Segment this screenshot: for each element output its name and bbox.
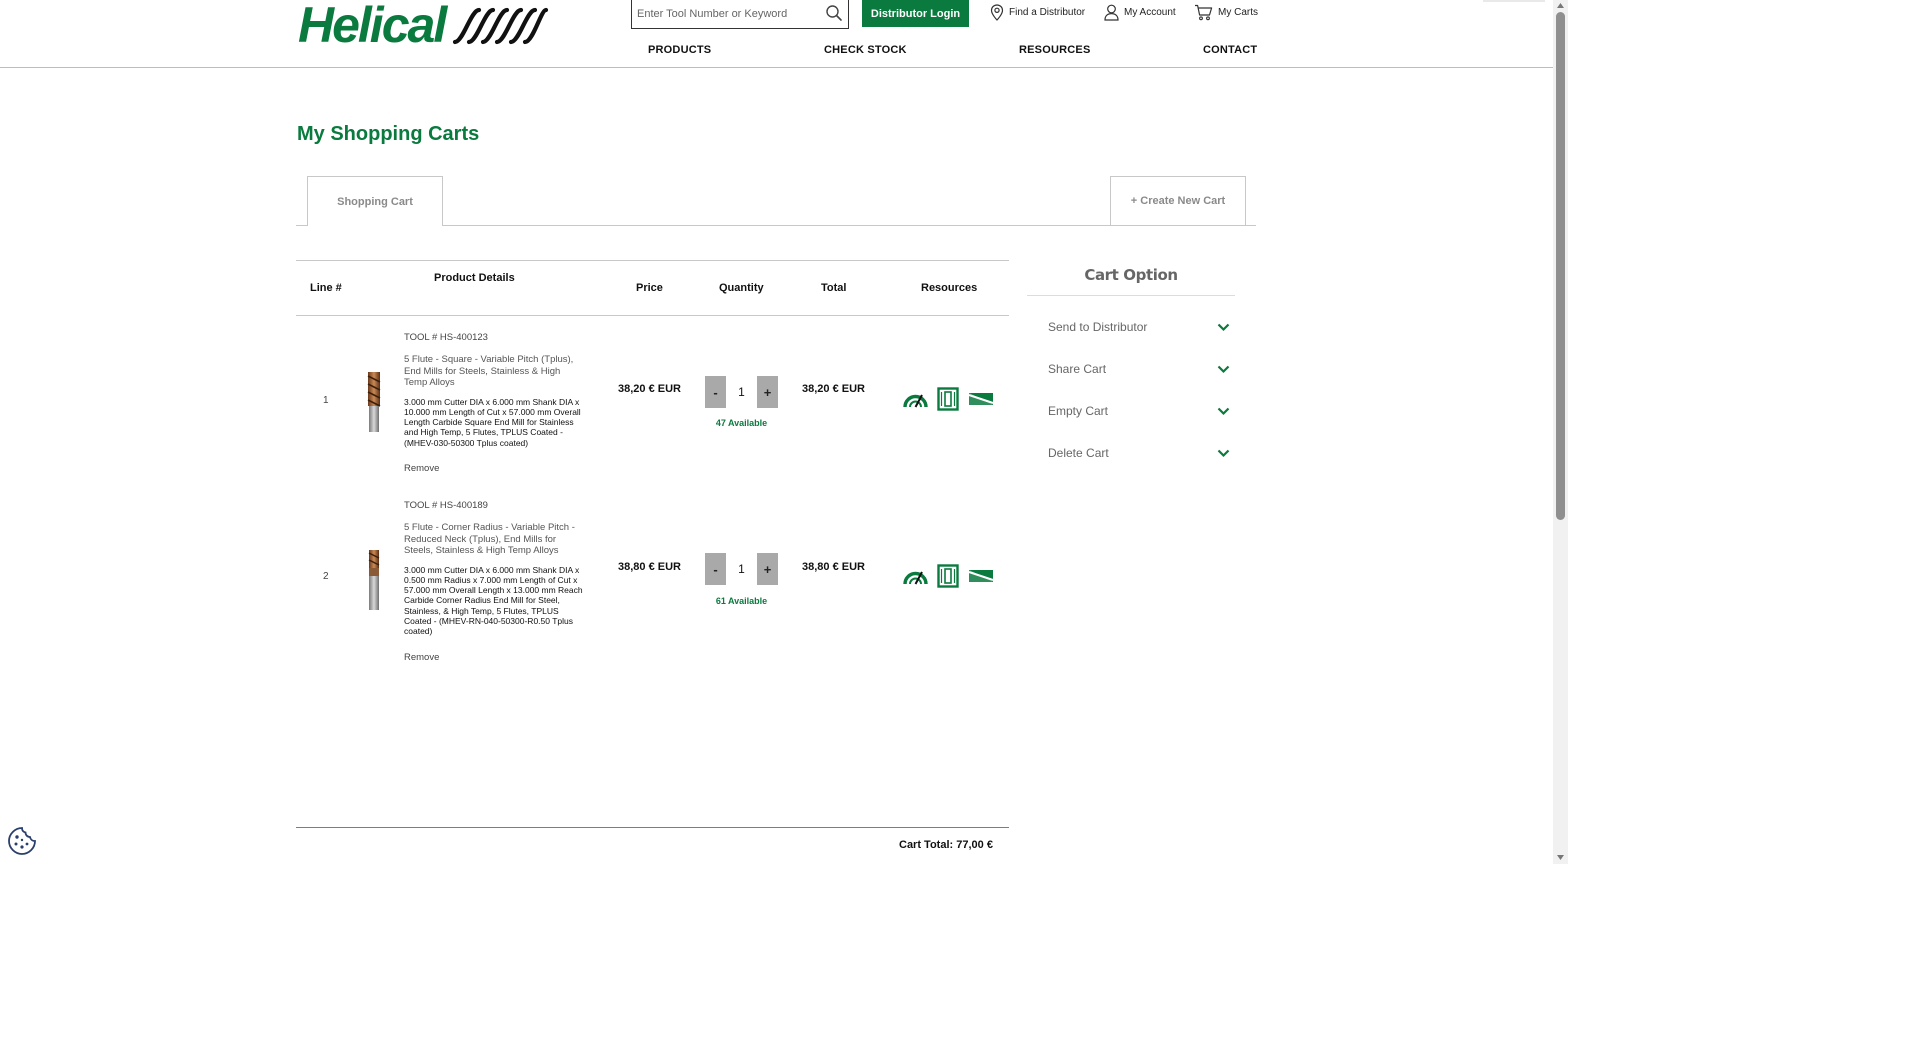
location-pin-icon [990,4,1004,21]
column-header-price: Price [636,282,663,294]
table-header-border [296,315,1009,316]
quantity-input[interactable] [726,553,757,585]
product-image[interactable] [366,372,382,432]
resource-icons [903,387,994,411]
find-distributor-link[interactable]: Find a Distributor [990,4,1085,21]
scroll-up-arrow-icon[interactable] [1556,1,1565,10]
find-distributor-label: Find a Distributor [1009,7,1086,18]
product-short-description: 5 Flute - Square - Variable Pitch (Tplus… [404,354,574,388]
unit-price: 38,20 € EUR [618,383,681,395]
option-label: Share Cart [1048,362,1107,376]
overlay-edge [1483,0,1545,2]
flute-profile-icon[interactable] [968,569,994,583]
line-number: 1 [323,395,329,406]
search-icon[interactable] [825,4,843,22]
option-label: Delete Cart [1048,446,1109,460]
distributor-login-button[interactable]: Distributor Login [862,0,969,27]
chevron-down-icon [1217,365,1230,373]
quantity-increase-button[interactable]: + [757,376,778,408]
quantity-stepper: - + [705,376,778,408]
cart-option-title: Cart Option [1084,266,1178,284]
share-cart-option[interactable]: Share Cart [1048,359,1230,379]
column-header-total: Total [821,282,847,294]
quantity-decrease-button[interactable]: - [705,376,726,408]
quantity-input[interactable] [726,376,757,408]
send-to-distributor-option[interactable]: Send to Distributor [1048,317,1230,337]
scroll-down-arrow-icon[interactable] [1556,853,1565,862]
scrollbar-thumb[interactable] [1556,12,1565,520]
my-carts-label: My Carts [1218,7,1258,18]
site-header: Helical Distributor Login Find a Distrib… [0,0,1553,68]
tab-shopping-cart[interactable]: Shopping Cart [307,176,443,226]
flute-profile-icon[interactable] [968,392,994,406]
tool-number[interactable]: TOOL # HS-400123 [404,332,584,343]
quantity-stepper: - + [705,553,778,585]
column-header-quantity: Quantity [719,282,764,294]
nav-resources[interactable]: RESOURCES [1019,44,1090,56]
cart-icon [1195,4,1213,21]
search-box [631,0,849,29]
table-row: 2 TOOL # HS-400189 5 Flute - Corner Radi… [296,494,1009,664]
create-new-cart-button[interactable]: + Create New Cart [1110,176,1246,226]
logo-text: Helical [298,0,447,53]
chevron-down-icon [1217,449,1230,457]
cart-option-divider [1027,295,1235,296]
tool-drawing-icon[interactable] [937,564,959,588]
remove-link[interactable]: Remove [404,652,584,663]
product-image[interactable] [366,550,382,610]
table-bottom-border [296,827,1009,828]
product-details: TOOL # HS-400123 5 Flute - Square - Vari… [404,332,584,474]
table-row: 1 TOOL # HS-400123 5 Flute - Square - Va… [296,326,1009,496]
column-header-product-details: Product Details [434,272,515,284]
quantity-increase-button[interactable]: + [757,553,778,585]
cookie-settings-icon[interactable] [7,826,37,856]
remove-link[interactable]: Remove [404,463,584,474]
line-total: 38,80 € EUR [802,561,865,573]
option-label: Empty Cart [1048,404,1109,418]
tool-drawing-icon[interactable] [937,387,959,411]
nav-contact[interactable]: CONTACT [1203,44,1257,56]
chevron-down-icon [1217,323,1230,331]
line-total: 38,20 € EUR [802,383,865,395]
delete-cart-option[interactable]: Delete Cart [1048,443,1230,463]
speed-gauge-icon[interactable] [903,390,928,408]
my-account-label: My Account [1124,7,1176,18]
quantity-decrease-button[interactable]: - [705,553,726,585]
line-number: 2 [323,571,329,582]
nav-check-stock[interactable]: CHECK STOCK [824,44,907,56]
product-long-description: 3.000 mm Cutter DIA x 6.000 mm Shank DIA… [404,396,581,448]
product-details: TOOL # HS-400189 5 Flute - Corner Radius… [404,500,584,663]
stock-availability: 61 Available [715,596,768,606]
tool-number[interactable]: TOOL # HS-400189 [404,500,584,511]
table-top-border [296,260,1009,261]
column-header-line: Line # [310,282,342,294]
product-long-description: 3.000 mm Cutter DIA x 6.000 mm Shank DIA… [404,564,583,637]
user-icon [1104,4,1119,21]
page-scrollbar[interactable] [1553,0,1568,864]
resource-icons [903,564,994,588]
helical-logo[interactable]: Helical [298,0,549,53]
empty-cart-option[interactable]: Empty Cart [1048,401,1230,421]
stock-availability: 47 Available [715,418,768,428]
my-carts-link[interactable]: My Carts [1194,4,1258,21]
logo-coil-icon [453,7,549,45]
page-title: My Shopping Carts [297,123,480,145]
my-account-link[interactable]: My Account [1104,4,1176,21]
cart-total: Cart Total: 77,00 € [899,839,993,851]
option-label: Send to Distributor [1048,320,1148,334]
nav-products[interactable]: PRODUCTS [648,44,711,56]
unit-price: 38,80 € EUR [618,561,681,573]
speed-gauge-icon[interactable] [903,567,928,585]
column-header-resources: Resources [921,282,978,294]
product-short-description: 5 Flute - Corner Radius - Variable Pitch… [404,522,575,556]
chevron-down-icon [1217,407,1230,415]
search-input[interactable] [632,1,820,27]
